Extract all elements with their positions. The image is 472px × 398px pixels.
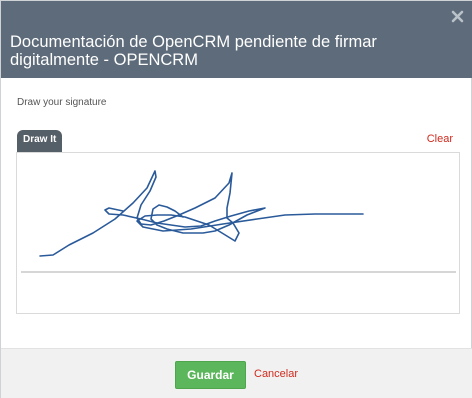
signature-pad[interactable] [16, 152, 460, 314]
clear-signature-link[interactable]: Clear [427, 133, 453, 145]
signature-instruction: Draw your signature [17, 97, 107, 108]
dialog-body: Draw your signature Draw It Clear [1, 78, 472, 348]
signature-dialog: Documentación de OpenCRM pendiente de fi… [0, 0, 472, 398]
dialog-footer: Guardar Cancelar [1, 348, 472, 398]
dialog-header: Documentación de OpenCRM pendiente de fi… [1, 1, 472, 78]
dialog-title: Documentación de OpenCRM pendiente de fi… [10, 33, 377, 69]
signature-canvas[interactable] [17, 153, 461, 315]
tab-draw-it[interactable]: Draw It [17, 130, 63, 152]
close-x-icon[interactable] [451, 10, 464, 23]
save-button[interactable]: Guardar [175, 361, 246, 389]
signature-stroke [39, 170, 364, 257]
cancel-link[interactable]: Cancelar [254, 368, 298, 380]
